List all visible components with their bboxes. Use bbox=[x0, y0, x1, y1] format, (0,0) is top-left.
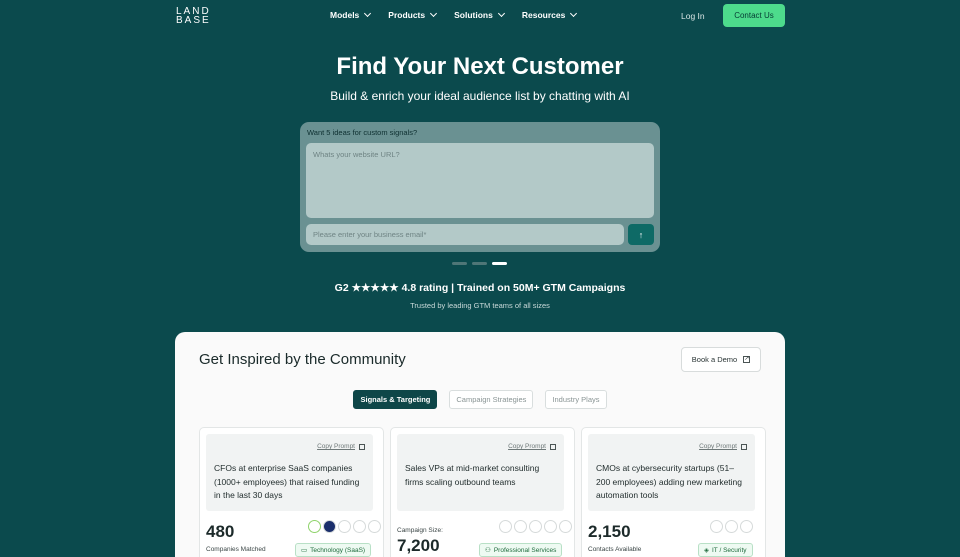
stat-label: Contacts Available bbox=[588, 546, 642, 553]
copy-prompt-label: Copy Prompt bbox=[699, 443, 737, 450]
company-logos bbox=[499, 520, 572, 533]
prompt-box: Copy Prompt CMOs at cybersecurity startu… bbox=[588, 434, 755, 511]
community-panel: Get Inspired by the Community Book a Dem… bbox=[175, 332, 785, 557]
stat-number: 7,200 bbox=[397, 536, 440, 555]
company-logo-icon bbox=[353, 520, 366, 533]
top-nav: LAND BASE Models Products Solutions Reso… bbox=[0, 0, 960, 32]
chat-question: Want 5 ideas for custom signals? bbox=[307, 128, 418, 137]
industry-tag: ◈ IT / Security bbox=[698, 543, 753, 557]
monitor-icon: ▭ bbox=[301, 547, 308, 554]
company-logo-icon bbox=[529, 520, 542, 533]
prompt-card-1: Copy Prompt CFOs at enterprise SaaS comp… bbox=[199, 427, 384, 557]
external-link-icon: ↗ bbox=[743, 356, 751, 363]
prompt-box: Copy Prompt Sales VPs at mid-market cons… bbox=[397, 434, 564, 511]
company-logo-icon bbox=[338, 520, 351, 533]
tab-campaign-strategies[interactable]: Campaign Strategies bbox=[449, 390, 534, 409]
company-logo-icon bbox=[308, 520, 321, 533]
carousel-dots bbox=[452, 262, 507, 265]
rating-text: G2 ★★★★★ 4.8 rating | Trained on 50M+ GT… bbox=[334, 282, 626, 294]
industry-tag: ⚇ Professional Services bbox=[479, 543, 563, 557]
industry-tag: ▭ Technology (SaaS) bbox=[295, 543, 372, 557]
trusted-text: Trusted by leading GTM teams of all size… bbox=[410, 301, 550, 310]
nav-models-label: Models bbox=[330, 10, 360, 20]
community-title: Get Inspired by the Community bbox=[199, 351, 406, 368]
book-demo-label: Book a Demo bbox=[691, 355, 738, 364]
book-demo-button[interactable]: Book a Demo ↗ bbox=[681, 347, 761, 372]
prompt-box: Copy Prompt CFOs at enterprise SaaS comp… bbox=[206, 434, 373, 511]
copy-prompt-button[interactable]: Copy Prompt bbox=[699, 443, 747, 450]
nav-resources[interactable]: Resources bbox=[521, 9, 578, 20]
people-icon: ⚇ bbox=[485, 547, 491, 554]
logo-line-2: BASE bbox=[176, 15, 211, 26]
chat-card: Want 5 ideas for custom signals? Whats y… bbox=[300, 122, 660, 252]
copy-icon bbox=[741, 443, 747, 450]
prompt-text: CMOs at cybersecurity startups (51–200 e… bbox=[596, 463, 743, 500]
hero-subtitle: Build & enrich your ideal audience list … bbox=[330, 89, 630, 103]
shield-icon: ◈ bbox=[704, 547, 709, 554]
nav-solutions[interactable]: Solutions bbox=[454, 9, 505, 20]
nav-resources-label: Resources bbox=[521, 10, 566, 20]
company-logo-icon bbox=[323, 520, 336, 533]
nav-solutions-label: Solutions bbox=[454, 10, 493, 20]
arrow-up-icon: ↑ bbox=[638, 229, 644, 240]
nav-products[interactable]: Products bbox=[388, 9, 438, 20]
login-link[interactable]: Log In bbox=[681, 11, 705, 21]
send-button[interactable]: ↑ bbox=[628, 224, 654, 245]
industry-tag-label: Professional Services bbox=[493, 546, 557, 554]
chevron-down-icon bbox=[430, 9, 438, 18]
stat-number: 480 bbox=[206, 522, 235, 541]
stat-label: Companies Matched bbox=[206, 546, 266, 553]
company-logos bbox=[308, 520, 381, 533]
landbase-logo[interactable]: LAND BASE bbox=[176, 7, 211, 26]
website-url-input[interactable]: Whats your website URL? bbox=[306, 143, 654, 218]
copy-icon bbox=[359, 443, 365, 450]
copy-prompt-button[interactable]: Copy Prompt bbox=[317, 443, 365, 450]
stat-label-top: Campaign Size: bbox=[397, 527, 443, 534]
nav-links: Models Products Solutions Resources bbox=[330, 9, 594, 20]
company-logos bbox=[710, 520, 753, 533]
carousel-dot-2[interactable] bbox=[472, 262, 487, 265]
prompt-card-3: Copy Prompt CMOs at cybersecurity startu… bbox=[581, 427, 766, 557]
copy-icon bbox=[550, 443, 556, 450]
tab-industry-plays[interactable]: Industry Plays bbox=[545, 390, 607, 409]
company-logo-icon bbox=[499, 520, 512, 533]
carousel-dot-1[interactable] bbox=[452, 262, 467, 265]
copy-prompt-label: Copy Prompt bbox=[508, 443, 546, 450]
company-logo-icon bbox=[725, 520, 738, 533]
company-logo-icon bbox=[710, 520, 723, 533]
community-tabs: Signals & Targeting Campaign Strategies … bbox=[175, 390, 785, 409]
contact-us-button[interactable]: Contact Us bbox=[723, 4, 785, 27]
nav-models[interactable]: Models bbox=[330, 9, 372, 20]
carousel-dot-3[interactable] bbox=[492, 262, 507, 265]
chevron-down-icon bbox=[497, 9, 505, 18]
chevron-down-icon bbox=[570, 9, 578, 18]
company-logo-icon bbox=[544, 520, 557, 533]
stat-number: 2,150 bbox=[588, 522, 631, 541]
nav-products-label: Products bbox=[388, 10, 426, 20]
prompt-text: Sales VPs at mid-market consulting firms… bbox=[405, 463, 540, 487]
copy-prompt-button[interactable]: Copy Prompt bbox=[508, 443, 556, 450]
prompt-text: CFOs at enterprise SaaS companies (1000+… bbox=[214, 463, 360, 500]
company-logo-icon bbox=[559, 520, 572, 533]
tab-signals-targeting[interactable]: Signals & Targeting bbox=[353, 390, 438, 409]
copy-prompt-label: Copy Prompt bbox=[317, 443, 355, 450]
company-logo-icon bbox=[514, 520, 527, 533]
company-logo-icon bbox=[740, 520, 753, 533]
industry-tag-label: Technology (SaaS) bbox=[310, 546, 366, 554]
business-email-input[interactable]: Please enter your business email* bbox=[306, 224, 624, 245]
company-logo-icon bbox=[368, 520, 381, 533]
prompt-card-2: Copy Prompt Sales VPs at mid-market cons… bbox=[390, 427, 575, 557]
industry-tag-label: IT / Security bbox=[712, 546, 747, 554]
hero-title: Find Your Next Customer bbox=[336, 53, 624, 80]
chevron-down-icon bbox=[364, 9, 372, 18]
